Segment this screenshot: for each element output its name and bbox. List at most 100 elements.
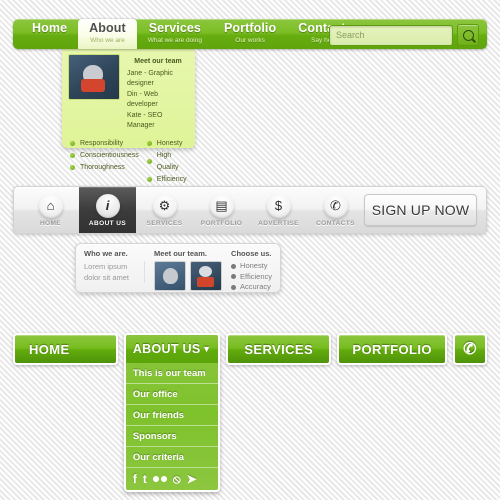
col-heading: Choose us. (231, 249, 272, 258)
col-heading: Meet our team. (154, 249, 207, 258)
bottom-button-row: HOME ABOUT US ▼ This is our team Our off… (13, 333, 488, 492)
gray-icon-navbar: ⌂ HOME i ABOUT US ⚙ SERVICES ▤ PORTFOLIO… (13, 186, 487, 234)
list-item-label: Responsibility (80, 139, 124, 147)
bottom-button-phone[interactable]: ✆ (453, 333, 488, 365)
list-item[interactable]: Efficiency (231, 272, 272, 283)
bullet-icon (70, 141, 75, 146)
bullet-icon (70, 165, 75, 170)
dropdown-col-meet-our-team: Meet our team. (154, 249, 223, 291)
bottom-button-home[interactable]: HOME (13, 333, 118, 365)
twitter-icon[interactable]: t (143, 473, 147, 485)
icon-nav-label: CONTACTS (316, 219, 355, 227)
icon-nav-item-portfolio[interactable]: ▤ PORTFOLIO (193, 187, 250, 233)
list-item[interactable]: Efficiency (146, 174, 191, 186)
menu-item[interactable]: Our friends (125, 405, 219, 426)
bullet-icon (146, 141, 152, 146)
list-item-label: Efficiency (240, 271, 272, 281)
list-item-label: Efficiency (156, 175, 187, 183)
flickr-icon[interactable] (152, 476, 167, 482)
gray-dropdown-panel: Who we are. Lorem ipsum dolor sit amet M… (75, 243, 281, 293)
icon-nav-item-about-us[interactable]: i ABOUT US (79, 187, 136, 233)
nav-tab-portfolio[interactable]: Portfolio Our works (213, 19, 287, 46)
icon-nav-item-advertise[interactable]: $ ADVERTISE (250, 187, 307, 233)
list-item-label: High Quality (156, 151, 179, 171)
team-member: Kate - SEO Manager (127, 111, 163, 130)
search-icon (462, 29, 474, 41)
search-area: Search (329, 24, 479, 46)
feature-list-right: Honesty High Quality Efficiency (146, 138, 191, 186)
top-green-navbar: Home About Who we are Services What we a… (13, 19, 487, 49)
nav-tab-subtitle: Our works (235, 37, 265, 44)
list-item-label: Accuracy (240, 282, 271, 291)
icon-nav-label: PORTFOLIO (200, 219, 243, 227)
rss-icon[interactable]: ⦸ (173, 473, 181, 485)
bottom-button-services[interactable]: SERVICES (226, 333, 332, 365)
icon-nav-label: SERVICES (146, 219, 183, 227)
icon-nav-item-services[interactable]: ⚙ SERVICES (136, 187, 193, 233)
dropdown-col-who-we-are: Who we are. Lorem ipsum dolor sit amet (84, 249, 146, 287)
dropdown-header-label: ABOUT US (132, 342, 201, 356)
top-nav-tabs: Home About Who we are Services What we a… (21, 19, 364, 49)
nav-tab-home[interactable]: Home (21, 19, 78, 46)
about-us-dropdown-header[interactable]: ABOUT US ▼ (125, 335, 219, 363)
menu-item[interactable]: Our criteria (125, 447, 219, 468)
list-item[interactable]: Conscientiousness (70, 150, 139, 162)
nav-tab-subtitle: Who we are (90, 37, 125, 44)
nav-tab-subtitle: What we are doing (147, 37, 202, 44)
icon-nav-label: ADVERTISE (258, 219, 299, 227)
dropdown-item-list: This is our team Our office Our friends … (125, 363, 219, 468)
team-thumbnail[interactable] (190, 261, 223, 291)
icon-nav-item-contacts[interactable]: ✆ CONTACTS (307, 187, 364, 233)
list-item[interactable]: Honesty (231, 261, 272, 272)
bullet-icon (231, 284, 237, 290)
social-icon-row: f t ⦸ ➤ (126, 468, 218, 490)
facebook-icon[interactable]: f (133, 473, 137, 485)
list-item-label: Conscientiousness (80, 151, 139, 159)
bullet-icon (146, 159, 152, 164)
nav-tab-services[interactable]: Services What we are doing (137, 19, 213, 46)
about-us-dropdown-menu: ABOUT US ▼ This is our team Our office O… (123, 333, 221, 492)
about-green-dropdown-panel: Meet our team Jane - Graphic designer Di… (62, 48, 195, 183)
home-icon: ⌂ (38, 193, 63, 218)
sign-up-now-button[interactable]: SIGN UP NOW (364, 194, 477, 226)
list-item[interactable]: High Quality (146, 150, 191, 174)
send-icon[interactable]: ➤ (187, 473, 197, 485)
list-item[interactable]: Accuracy (231, 282, 272, 293)
dropdown-team-section: Meet our team Jane - Graphic designer Di… (62, 48, 195, 132)
list-item[interactable]: Thoroughness (70, 162, 139, 174)
page-root: Home About Who we are Services What we a… (0, 0, 500, 500)
nav-tab-about[interactable]: About Who we are (78, 19, 137, 49)
list-item[interactable]: Honesty (146, 138, 191, 150)
icon-nav-item-home[interactable]: ⌂ HOME (22, 187, 79, 233)
dollar-icon: $ (266, 193, 291, 218)
bullet-icon (146, 177, 152, 182)
gear-icon: ⚙ (152, 193, 177, 218)
phone-icon: ✆ (323, 193, 348, 218)
list-item[interactable]: Responsibility (70, 138, 139, 150)
team-heading: Meet our team (134, 58, 182, 65)
bottom-button-portfolio[interactable]: PORTFOLIO (337, 333, 448, 365)
phone-icon: ✆ (463, 341, 477, 358)
icon-nav-label: ABOUT US (88, 219, 127, 227)
team-photo (68, 54, 120, 100)
icon-nav-items: ⌂ HOME i ABOUT US ⚙ SERVICES ▤ PORTFOLIO… (14, 187, 364, 233)
bullet-icon (231, 263, 237, 269)
nav-tab-title: Home (32, 21, 68, 35)
bullet-icon (70, 153, 75, 158)
info-icon: i (95, 193, 120, 218)
menu-item[interactable]: This is our team (125, 363, 219, 384)
list-item-label: Honesty (156, 139, 183, 147)
dropdown-col-choose-us: Choose us. Honesty Efficiency Accuracy (231, 249, 272, 291)
nav-tab-title: Services (148, 21, 201, 35)
team-thumbnail[interactable] (154, 261, 187, 291)
search-input[interactable]: Search (329, 24, 453, 46)
nav-tab-title: About (89, 21, 126, 35)
menu-item[interactable]: Our office (125, 384, 219, 405)
nav-tab-title: Portfolio (223, 21, 277, 35)
team-thumbnails (154, 261, 223, 291)
list-item-label: Thoroughness (80, 163, 125, 171)
team-member: Din - Web developer (127, 90, 158, 109)
search-button[interactable] (457, 24, 479, 46)
menu-item[interactable]: Sponsors (125, 426, 219, 447)
col-heading: Who we are. (84, 249, 128, 258)
